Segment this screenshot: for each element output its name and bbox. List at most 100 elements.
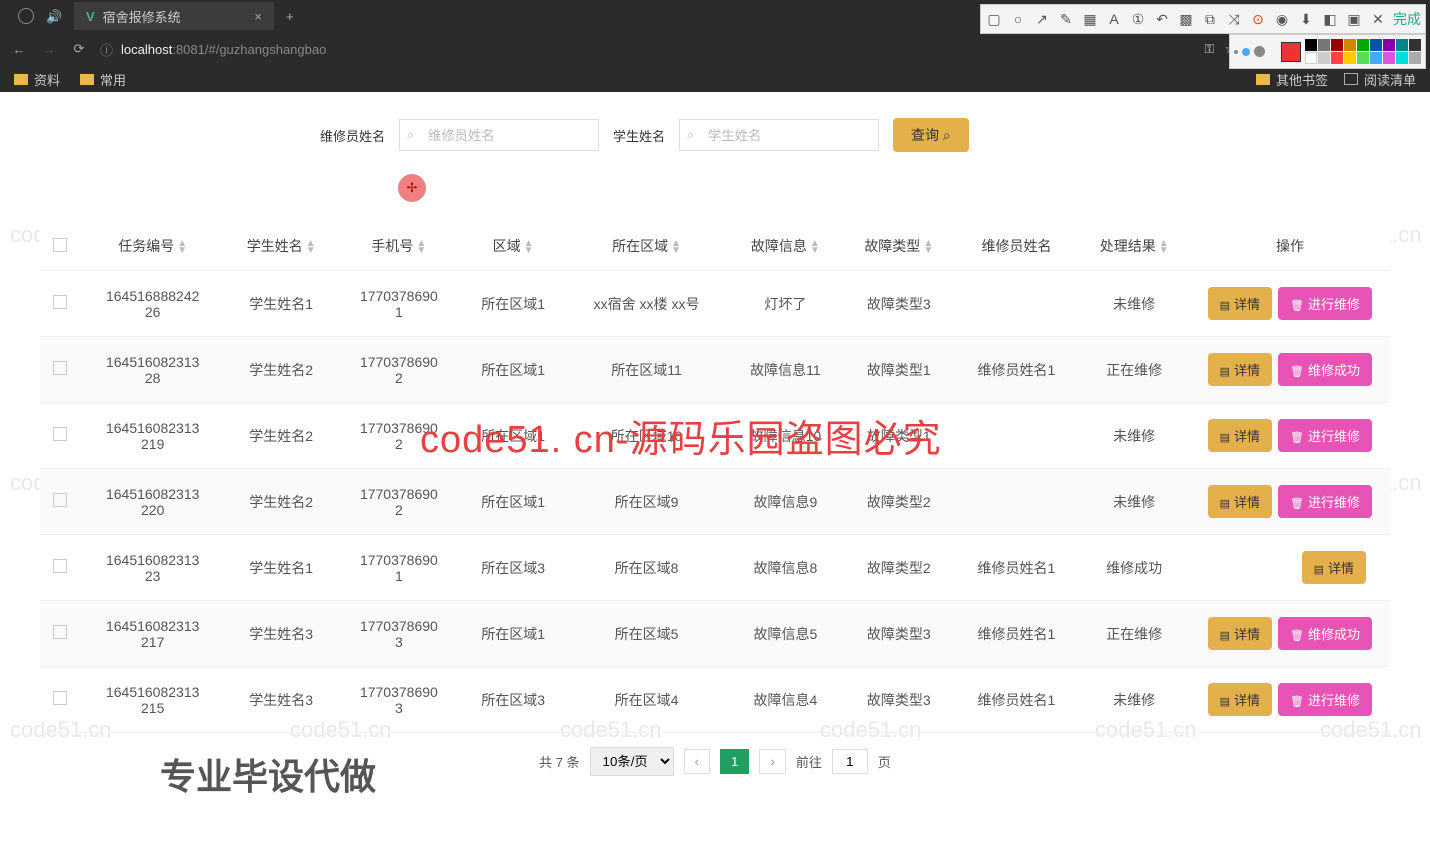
reload-button[interactable]: ⟳: [70, 41, 88, 57]
page-button[interactable]: 1: [720, 749, 749, 774]
forward-button[interactable]: →: [40, 42, 58, 57]
site-icon: [18, 8, 34, 24]
detail-button[interactable]: ▤详情: [1208, 353, 1272, 386]
other-bookmarks[interactable]: 其他书签: [1256, 70, 1328, 89]
col-actions: 操作: [1190, 222, 1390, 271]
row-checkbox[interactable]: [53, 295, 67, 309]
close-icon[interactable]: ✕: [1369, 11, 1387, 28]
color-toolbar[interactable]: [1229, 34, 1426, 69]
detail-icon: ▤: [1220, 696, 1230, 708]
reading-list[interactable]: 阅读清单: [1344, 70, 1416, 89]
copy-icon[interactable]: ⧉: [1201, 11, 1219, 28]
success-button[interactable]: 🗑维修成功: [1278, 617, 1372, 650]
row-checkbox[interactable]: [53, 625, 67, 639]
sort-icon[interactable]: ▲▼: [416, 240, 426, 254]
cell-id: 164516888242 26: [80, 271, 225, 337]
detail-icon: ▤: [1220, 498, 1230, 510]
select-all-checkbox[interactable]: [53, 238, 67, 252]
browser-tab[interactable]: V 宿舍报修系统 ×: [74, 2, 274, 30]
target-icon[interactable]: ⊙: [1249, 11, 1267, 28]
close-tab-icon[interactable]: ×: [254, 9, 262, 24]
cell-loc: xx宿舍 xx楼 xx号: [565, 271, 727, 337]
back-button[interactable]: ←: [10, 42, 28, 57]
sound-icon[interactable]: 🔊: [46, 9, 60, 23]
repairer-label: 维修员姓名: [320, 126, 385, 145]
window-icon[interactable]: ▣: [1345, 11, 1363, 28]
detail-button[interactable]: ▤详情: [1208, 485, 1272, 518]
row-checkbox[interactable]: [53, 691, 67, 705]
next-page-button[interactable]: ›: [759, 749, 785, 774]
detail-button[interactable]: ▤详情: [1208, 419, 1272, 452]
undo-icon[interactable]: ↶: [1153, 11, 1171, 28]
cell-actions: ▤详情🗑维修成功: [1190, 601, 1390, 667]
cell-status: 未维修: [1078, 469, 1190, 535]
record-icon[interactable]: ◉: [1273, 11, 1291, 28]
detail-button[interactable]: ▤详情: [1208, 683, 1272, 716]
detail-button[interactable]: ▤详情: [1208, 287, 1272, 320]
row-checkbox[interactable]: [53, 493, 67, 507]
student-label: 学生姓名: [613, 126, 665, 145]
cell-worker: [955, 271, 1079, 337]
number-tool-icon[interactable]: ①: [1129, 11, 1147, 28]
complete-button[interactable]: 完成: [1393, 9, 1421, 29]
detail-icon: ▤: [1314, 564, 1324, 576]
size-dot-med[interactable]: [1242, 48, 1250, 56]
cell-id: 164516082313 220: [80, 469, 225, 535]
student-input[interactable]: [679, 119, 879, 151]
key-icon[interactable]: ⚿: [1205, 41, 1215, 57]
cell-area: 所在区域1: [461, 403, 566, 469]
current-color[interactable]: [1281, 42, 1301, 62]
pin-icon[interactable]: ◧: [1321, 11, 1339, 28]
bookmark-item[interactable]: 资料: [14, 70, 60, 89]
repair-button[interactable]: 🗑进行维修: [1278, 287, 1372, 320]
sort-icon[interactable]: ▲▼: [923, 240, 933, 254]
cell-name: 学生姓名3: [225, 667, 337, 733]
repair-button[interactable]: 🗑进行维修: [1278, 419, 1372, 452]
repairer-input[interactable]: [399, 119, 599, 151]
bookmark-item[interactable]: 常用: [80, 70, 126, 89]
detail-icon: ▤: [1220, 300, 1230, 312]
site-info-icon[interactable]: ⓘ: [100, 40, 113, 59]
delete-icon: 🗑: [1290, 432, 1304, 444]
shuffle-icon[interactable]: ⤨: [1225, 11, 1243, 28]
pen-tool-icon[interactable]: ✎: [1057, 11, 1075, 28]
mosaic-icon[interactable]: ▩: [1177, 11, 1195, 28]
detail-button[interactable]: ▤详情: [1302, 551, 1366, 584]
total-count: 共 7 条: [539, 752, 579, 771]
circle-tool-icon[interactable]: ○: [1009, 11, 1027, 27]
sort-icon[interactable]: ▲▼: [671, 240, 681, 254]
query-button[interactable]: 查询 ⌕: [893, 118, 969, 152]
address-bar[interactable]: ⓘ localhost:8081/#/guzhangshangbao: [100, 40, 1193, 59]
row-checkbox[interactable]: [53, 361, 67, 375]
cell-phone: 1770378690 2: [337, 403, 461, 469]
row-checkbox[interactable]: [53, 559, 67, 573]
color-palette[interactable]: [1305, 39, 1421, 64]
cell-fault: 故障信息5: [728, 601, 843, 667]
goto-page-input[interactable]: [832, 749, 868, 774]
success-button[interactable]: 🗑维修成功: [1278, 353, 1372, 386]
repair-button[interactable]: 🗑进行维修: [1278, 683, 1372, 716]
row-checkbox[interactable]: [53, 427, 67, 441]
size-dot-large[interactable]: [1254, 46, 1265, 57]
sort-icon[interactable]: ▲▼: [524, 240, 534, 254]
new-tab-button[interactable]: +: [286, 9, 294, 24]
marker-tool-icon[interactable]: ▦: [1081, 11, 1099, 28]
rect-tool-icon[interactable]: ▢: [985, 11, 1003, 28]
size-dot-small[interactable]: [1234, 50, 1238, 54]
repair-button[interactable]: 🗑进行维修: [1278, 485, 1372, 518]
detail-button[interactable]: ▤详情: [1208, 617, 1272, 650]
sort-icon[interactable]: ▲▼: [1159, 240, 1169, 254]
text-tool-icon[interactable]: A: [1105, 11, 1123, 27]
col-task-id: 任务编号▲▼: [80, 222, 225, 271]
delete-icon: 🗑: [1290, 630, 1304, 642]
sort-icon[interactable]: ▲▼: [306, 240, 316, 254]
arrow-tool-icon[interactable]: ↗: [1033, 11, 1051, 28]
cell-fault: 故障信息9: [728, 469, 843, 535]
sort-icon[interactable]: ▲▼: [810, 240, 820, 254]
sort-icon[interactable]: ▲▼: [177, 240, 187, 254]
page-size-select[interactable]: 10条/页: [590, 747, 674, 776]
download-icon[interactable]: ⬇: [1297, 11, 1315, 28]
annotation-toolbar[interactable]: ▢ ○ ↗ ✎ ▦ A ① ↶ ▩ ⧉ ⤨ ⊙ ◉ ⬇ ◧ ▣ ✕ 完成: [980, 4, 1426, 34]
cell-worker: 维修员姓名1: [955, 535, 1079, 601]
prev-page-button[interactable]: ‹: [684, 749, 710, 774]
